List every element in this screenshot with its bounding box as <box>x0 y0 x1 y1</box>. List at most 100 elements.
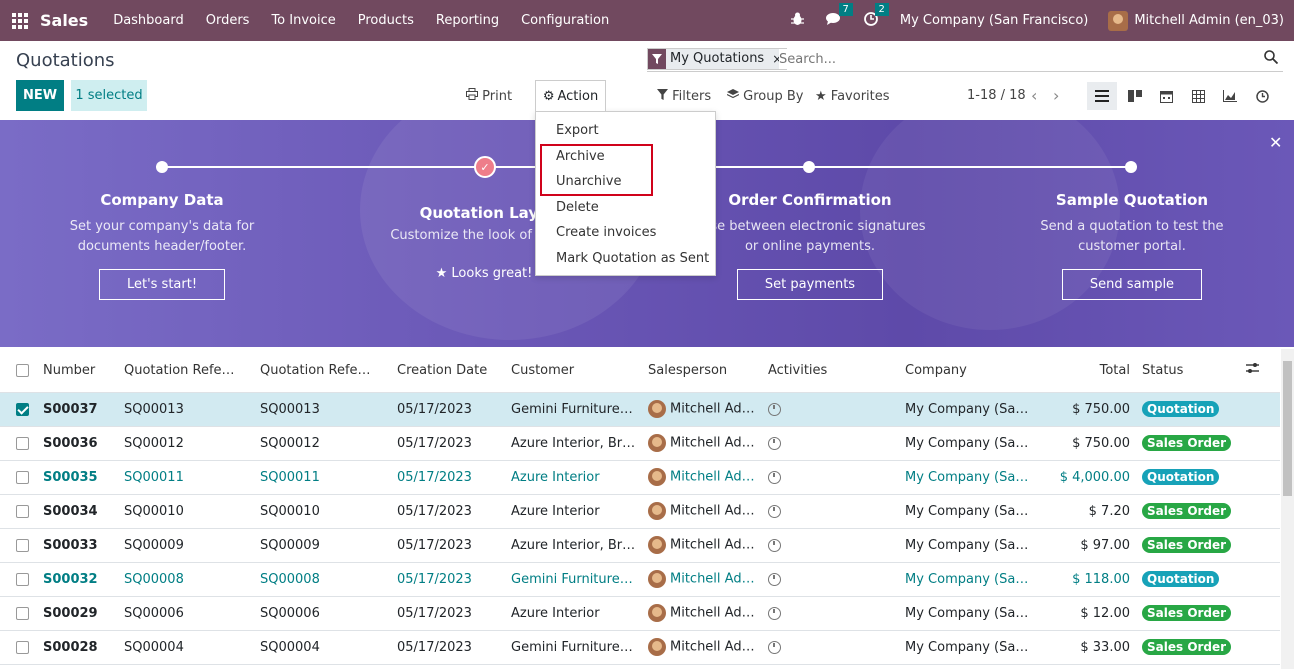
activity-clock-icon[interactable] <box>768 538 781 552</box>
chevron-left-icon[interactable]: ‹ <box>1031 86 1037 105</box>
cell-activities[interactable] <box>762 528 899 563</box>
menu-dashboard[interactable]: Dashboard <box>113 13 184 28</box>
select-all-checkbox[interactable] <box>0 349 37 393</box>
column-header-total[interactable]: Total <box>1036 349 1136 393</box>
cell-salesperson: Mitchell Admin <box>642 460 762 495</box>
menu-reporting[interactable]: Reporting <box>436 13 499 28</box>
salesperson-name: Mitchell Admin <box>670 537 762 553</box>
menu-products[interactable]: Products <box>358 13 414 28</box>
column-header-customer[interactable]: Customer <box>505 349 642 393</box>
chat-icon[interactable]: 7 <box>825 2 853 30</box>
step-sample-quotation: Sample Quotation Send a quotation to tes… <box>1010 191 1254 300</box>
menu-orders[interactable]: Orders <box>206 13 250 28</box>
activity-clock-icon[interactable] <box>768 572 781 586</box>
menu-to-invoice[interactable]: To Invoice <box>271 13 335 28</box>
cell-activities[interactable] <box>762 630 899 665</box>
optional-columns-toggle-icon[interactable] <box>1240 349 1280 393</box>
close-icon[interactable]: ✕ <box>1269 133 1282 152</box>
filters-button[interactable]: Filters <box>657 89 711 104</box>
cell-activities[interactable] <box>762 596 899 631</box>
cell-activities[interactable] <box>762 494 899 529</box>
row-checkbox[interactable] <box>0 528 37 563</box>
column-header-quotation-ref[interactable]: Quotation Refe… <box>118 349 254 393</box>
cell-company: My Company (San F… <box>899 562 1036 597</box>
activity-clock-icon[interactable]: 2 <box>863 2 889 30</box>
activity-clock-icon[interactable] <box>768 470 781 484</box>
column-header-creation-date[interactable]: Creation Date <box>391 349 505 393</box>
scrollbar-thumb[interactable] <box>1283 361 1292 496</box>
app-brand[interactable]: Sales <box>40 11 88 30</box>
filter-icon <box>657 89 672 104</box>
group-by-button[interactable]: Group By <box>726 89 803 104</box>
send-sample-button[interactable]: Send sample <box>1061 269 1203 300</box>
scrollbar[interactable] <box>1281 349 1294 669</box>
cell-company: My Company (San F… <box>899 630 1036 665</box>
user-menu[interactable]: Mitchell Admin (en_03) <box>1134 13 1284 28</box>
table-row[interactable]: S00032 SQ00008 SQ00008 05/17/2023 Gemini Fur… <box>0 562 1280 597</box>
calendar-view-icon[interactable] <box>1151 82 1181 110</box>
column-header-number[interactable]: Number <box>37 349 118 393</box>
cell-quotation-ref-2: SQ00008 <box>254 562 391 597</box>
cell-spacer <box>1240 528 1280 563</box>
row-checkbox[interactable] <box>0 630 37 665</box>
row-checkbox[interactable] <box>0 426 37 461</box>
table-row[interactable]: S00035 SQ00011 SQ00011 05/17/2023 Azure Inte… <box>0 460 1280 495</box>
row-checkbox[interactable] <box>0 562 37 597</box>
table-row[interactable]: S00034 SQ00010 SQ00010 05/17/2023 Azure Inte… <box>0 494 1280 529</box>
bug-icon[interactable] <box>790 12 804 30</box>
column-header-status[interactable]: Status <box>1136 349 1240 393</box>
activity-clock-icon[interactable] <box>768 606 781 620</box>
activity-clock-icon[interactable] <box>768 436 781 450</box>
chevron-right-icon[interactable]: › <box>1053 86 1059 105</box>
row-checkbox[interactable] <box>0 596 37 631</box>
menu-item-mark-sent[interactable]: Mark Quotation as Sent <box>536 246 715 272</box>
lets-start-button[interactable]: Let's start! <box>98 269 226 300</box>
graph-view-icon[interactable] <box>1215 82 1245 110</box>
set-payments-button[interactable]: Set payments <box>736 269 884 300</box>
cell-activities[interactable] <box>762 426 899 461</box>
selected-count-button[interactable]: 1 selected <box>71 80 147 111</box>
activity-clock-icon[interactable] <box>768 640 781 654</box>
pager-value[interactable]: 1-18 / 18 <box>967 88 1026 103</box>
cell-creation-date: 05/17/2023 <box>391 494 505 529</box>
cell-number: S00037 <box>37 392 118 427</box>
search-input[interactable] <box>779 49 1239 69</box>
quotations-table: Number Quotation Refe… Quotation Refe… C… <box>0 349 1280 669</box>
table-row[interactable]: S00029 SQ00006 SQ00006 05/17/2023 Azure Inte… <box>0 596 1280 631</box>
favorites-button[interactable]: ★ Favorites <box>815 89 890 104</box>
new-button[interactable]: NEW <box>16 80 64 111</box>
column-header-salesperson[interactable]: Salesperson <box>642 349 762 393</box>
cell-activities[interactable] <box>762 460 899 495</box>
table-row[interactable]: S00036 SQ00012 SQ00012 05/17/2023 Azure Inte… <box>0 426 1280 461</box>
menu-configuration[interactable]: Configuration <box>521 13 609 28</box>
cell-activities[interactable] <box>762 562 899 597</box>
company-switcher[interactable]: My Company (San Francisco) <box>900 13 1088 28</box>
column-header-company[interactable]: Company <box>899 349 1036 393</box>
menu-item-export[interactable]: Export <box>536 118 715 144</box>
activity-view-icon[interactable] <box>1247 82 1277 110</box>
user-avatar[interactable] <box>1108 10 1129 31</box>
table-row[interactable]: S00033 SQ00009 SQ00009 05/17/2023 Azure Inte… <box>0 528 1280 563</box>
action-button[interactable]: ⚙ Action <box>535 80 606 111</box>
row-checkbox[interactable] <box>0 460 37 495</box>
activity-clock-icon[interactable] <box>768 504 781 518</box>
pivot-view-icon[interactable] <box>1183 82 1213 110</box>
table-row[interactable]: S00028 SQ00004 SQ00004 05/17/2023 Gemini Fur… <box>0 630 1280 665</box>
row-checkbox[interactable] <box>0 494 37 529</box>
cell-company: My Company (San F… <box>899 596 1036 631</box>
salesperson-name: Mitchell Admin <box>670 605 762 621</box>
column-header-quotation-ref-2[interactable]: Quotation Refe… <box>254 349 391 393</box>
list-view-icon[interactable] <box>1087 82 1117 110</box>
search-icon[interactable] <box>1264 50 1279 65</box>
kanban-view-icon[interactable] <box>1120 82 1150 110</box>
menu-item-delete[interactable]: Delete <box>536 195 715 221</box>
print-button[interactable]: Print <box>466 88 512 104</box>
apps-menu-icon[interactable] <box>12 12 28 29</box>
cell-activities[interactable] <box>762 392 899 427</box>
row-checkbox[interactable] <box>0 392 37 427</box>
cell-number: S00035 <box>37 460 118 495</box>
column-header-activities[interactable]: Activities <box>762 349 899 393</box>
table-row[interactable]: S00037 SQ00013 SQ00013 05/17/2023 Gemini Fur… <box>0 392 1280 427</box>
activity-clock-icon[interactable] <box>768 402 781 416</box>
menu-item-create-invoices[interactable]: Create invoices <box>536 220 715 246</box>
